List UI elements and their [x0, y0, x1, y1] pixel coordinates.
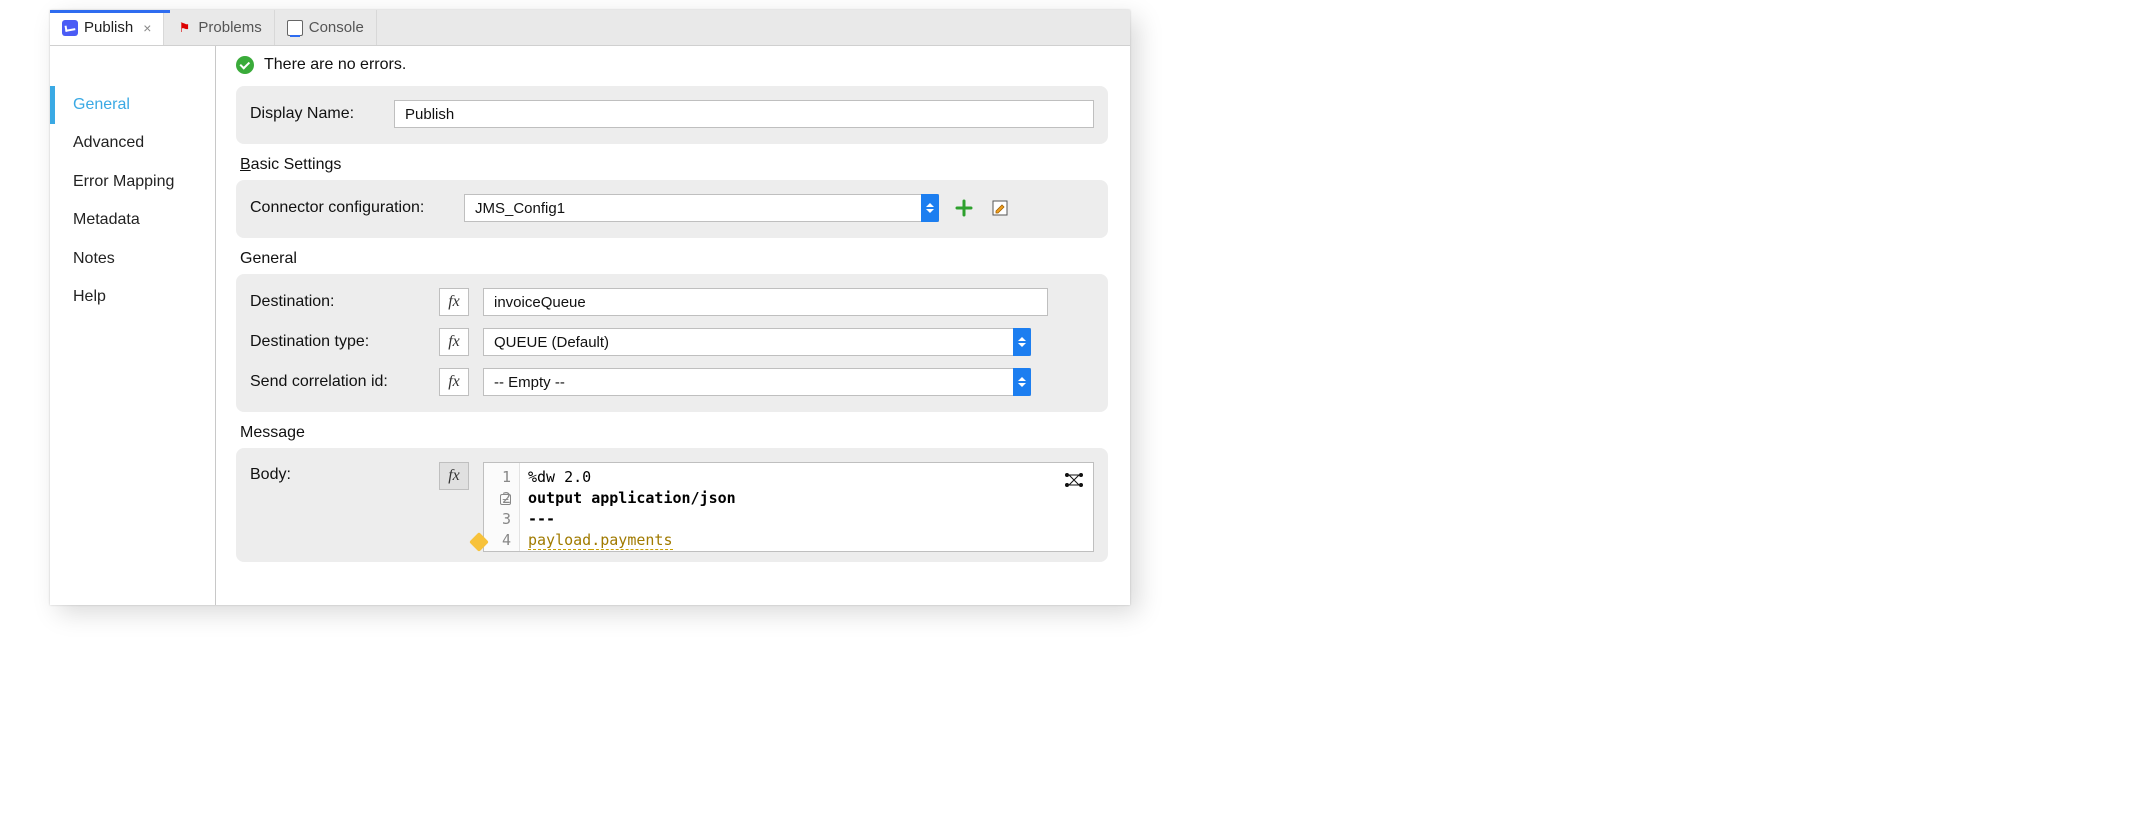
main-content: There are no errors. Display Name: Basic… [220, 46, 1130, 605]
sidebar-item-general[interactable]: General [50, 86, 215, 124]
send-correlation-label: Send correlation id: [250, 373, 425, 391]
tab-publish[interactable]: Publish × [50, 10, 164, 45]
tab-publish-label: Publish [84, 19, 133, 36]
sidebar-item-label: Metadata [73, 211, 140, 228]
code-line: --- [528, 509, 1085, 530]
publish-icon [62, 20, 78, 36]
fx-toggle[interactable]: fx [439, 288, 469, 316]
sidebar-item-label: Notes [73, 250, 115, 267]
code-token-payload: payload [528, 531, 591, 550]
sidebar-item-metadata[interactable]: Metadata [50, 201, 215, 239]
add-config-button[interactable] [953, 197, 975, 219]
editor-gutter: 1 − 2 3 4 [484, 463, 520, 551]
tab-problems[interactable]: Problems [164, 10, 274, 45]
edit-config-button[interactable] [989, 197, 1011, 219]
section-general: General [240, 250, 1108, 268]
sidebar-item-help[interactable]: Help [50, 278, 215, 316]
general-panel: Destination: fx Destination type: fx Sen… [236, 274, 1108, 412]
code-token-payments: .payments [591, 531, 672, 550]
select-handle-icon[interactable] [1013, 368, 1031, 396]
section-title-accel: B [240, 156, 251, 173]
select-handle-icon[interactable] [1013, 328, 1031, 356]
display-name-panel: Display Name: [236, 86, 1108, 144]
destination-type-select[interactable] [483, 328, 1031, 356]
status-text: There are no errors. [264, 56, 406, 74]
fx-toggle[interactable]: fx [439, 368, 469, 396]
body-editor[interactable]: 1 − 2 3 4 %dw 2.0 output application/jso… [483, 462, 1094, 552]
status-row: There are no errors. [236, 56, 1108, 74]
tab-bar: Publish × Problems Console [50, 10, 1130, 46]
sidebar-item-label: Advanced [73, 134, 144, 151]
destination-input[interactable] [483, 288, 1048, 316]
section-basic-settings: Basic Settings [240, 156, 1108, 174]
display-name-label: Display Name: [250, 105, 380, 123]
connector-config-select[interactable] [464, 194, 939, 222]
editor-window: Publish × Problems Console General Advan… [50, 10, 1130, 605]
basic-settings-panel: Connector configuration: [236, 180, 1108, 238]
problems-icon [176, 20, 192, 36]
tab-problems-label: Problems [198, 19, 261, 36]
body-label: Body: [250, 462, 425, 484]
sidebar-item-error-mapping[interactable]: Error Mapping [50, 163, 215, 201]
message-panel: Body: fx 1 − 2 3 4 %dw 2.0 output applic… [236, 448, 1108, 562]
destination-type-label: Destination type: [250, 333, 425, 351]
check-icon [236, 56, 254, 74]
code-line: %dw 2.0 [528, 467, 1085, 488]
sidebar-item-advanced[interactable]: Advanced [50, 124, 215, 162]
send-correlation-select[interactable] [483, 368, 1031, 396]
fx-toggle[interactable]: fx [439, 328, 469, 356]
console-icon [287, 20, 303, 36]
graph-view-button[interactable] [1061, 469, 1087, 491]
body: General Advanced Error Mapping Metadata … [50, 46, 1130, 605]
sidebar-item-notes[interactable]: Notes [50, 240, 215, 278]
vertical-divider [215, 46, 216, 605]
sidebar-item-label: General [73, 96, 130, 113]
editor-code[interactable]: %dw 2.0 output application/json --- payl… [520, 463, 1093, 551]
close-icon[interactable]: × [143, 20, 151, 36]
sidebar-item-label: Help [73, 288, 106, 305]
section-title-rest: asic Settings [251, 156, 342, 173]
fx-toggle-active[interactable]: fx [439, 462, 469, 490]
destination-label: Destination: [250, 293, 425, 311]
section-message: Message [240, 424, 1108, 442]
connector-config-label: Connector configuration: [250, 199, 450, 217]
sidebar: General Advanced Error Mapping Metadata … [50, 46, 215, 605]
sidebar-item-label: Error Mapping [73, 173, 174, 190]
tab-console-label: Console [309, 19, 364, 36]
tab-console[interactable]: Console [275, 10, 377, 45]
display-name-input[interactable] [394, 100, 1094, 128]
code-line: output application/json [528, 488, 1085, 509]
select-handle-icon[interactable] [921, 194, 939, 222]
